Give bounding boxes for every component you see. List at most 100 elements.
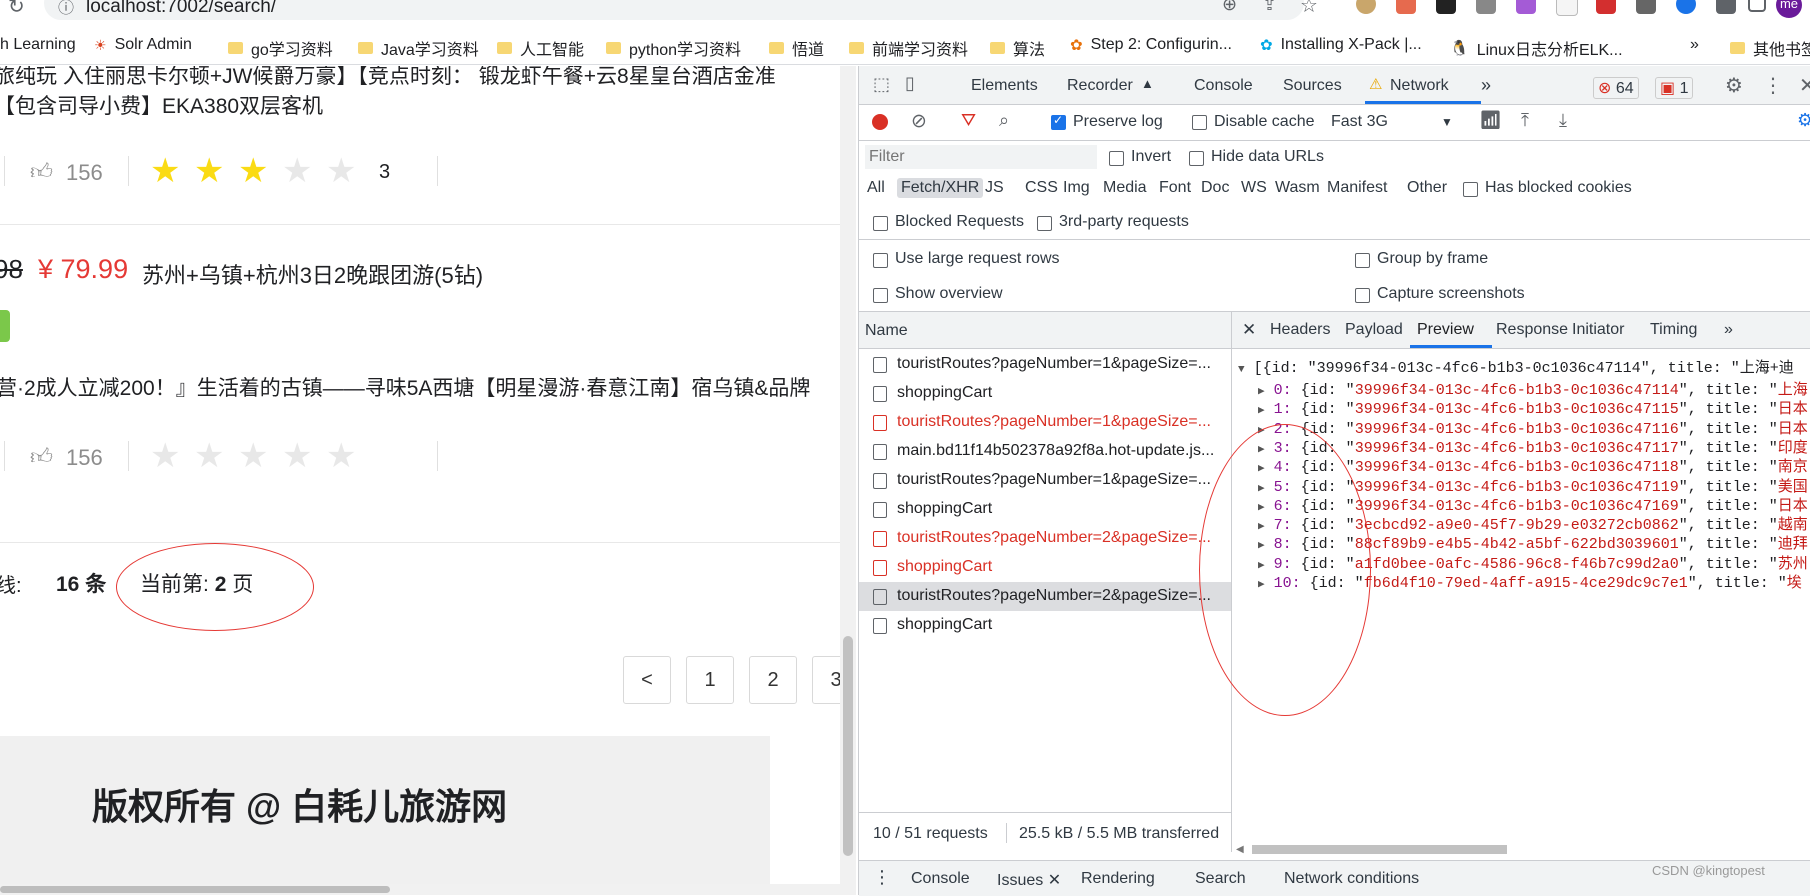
expand-triangle-icon[interactable]: ▶ [1258, 386, 1265, 398]
type-filter-fetchxhr[interactable]: Fetch/XHR [897, 178, 984, 198]
tab-console[interactable]: Console [1194, 77, 1253, 95]
expand-triangle-icon[interactable]: ▶ [1258, 405, 1265, 417]
avatar[interactable]: me [1776, 0, 1802, 18]
export-har-icon[interactable]: ⤓ [1559, 110, 1567, 131]
close-devtools-icon[interactable]: ✕ [1799, 73, 1810, 98]
drawer-tab-search[interactable]: Search [1195, 870, 1246, 888]
drawer-tab-console[interactable]: Console [911, 870, 970, 888]
request-row[interactable]: touristRoutes?pageNumber=1&pageSize=... [859, 350, 1231, 379]
detail-tab-preview[interactable]: Preview [1417, 321, 1474, 339]
share-icon[interactable]: ⇪ [1262, 0, 1277, 15]
request-row[interactable]: shoppingCart [859, 611, 1231, 640]
settings-gear-icon[interactable]: ⚙ [1725, 73, 1743, 98]
request-row[interactable]: shoppingCart [859, 379, 1231, 408]
detail-tab-response[interactable]: Response [1496, 321, 1568, 339]
star-icon[interactable]: ★ [150, 439, 180, 473]
type-filter-img[interactable]: Img [1063, 179, 1090, 197]
json-item[interactable]: ▶ 0: {id: "39996f34-013c-4fc6-b1b3-0c103… [1258, 378, 1808, 399]
info-icon[interactable]: ⓘ [58, 0, 74, 18]
type-filter-wasm[interactable]: Wasm [1275, 179, 1320, 197]
drawer-tab-network-conditions[interactable]: Network conditions [1284, 870, 1419, 888]
pagination-page[interactable]: 3 [812, 656, 840, 704]
extension-icon[interactable] [1476, 0, 1496, 14]
invert-checkbox[interactable] [1109, 151, 1124, 166]
request-row[interactable]: touristRoutes?pageNumber=1&pageSize=... [859, 408, 1231, 437]
pagination-prev[interactable]: < [623, 656, 671, 704]
type-filter-js[interactable]: JS [985, 179, 1004, 197]
star-icon[interactable]: ★ [282, 439, 312, 473]
capture-screenshots-checkbox[interactable] [1355, 288, 1370, 303]
bookmark-item[interactable]: h Learning [0, 36, 76, 54]
preserve-log-checkbox[interactable] [1051, 113, 1066, 130]
drawer-menu-icon[interactable]: ⋮ [873, 867, 891, 888]
tab-elements[interactable]: Elements [971, 77, 1038, 95]
extension-icon[interactable] [1516, 0, 1536, 14]
star-icon[interactable]: ★ [238, 439, 268, 473]
star-icon[interactable]: ★ [326, 439, 356, 473]
request-row[interactable]: shoppingCart [859, 553, 1231, 582]
like-icon[interactable]: 👍︎ [30, 158, 53, 185]
bookmarks-overflow[interactable]: » [1690, 36, 1699, 54]
extension-icon[interactable] [1436, 0, 1456, 14]
clear-icon[interactable]: ⊘ [911, 110, 927, 133]
zoom-icon[interactable]: ⊕ [1222, 0, 1237, 15]
close-icon[interactable]: ✕ [1048, 872, 1061, 889]
more-tabs[interactable]: » [1481, 75, 1491, 96]
extension-icon[interactable] [1556, 0, 1578, 16]
type-filter-css[interactable]: CSS [1025, 179, 1058, 197]
star-icon[interactable]: ★ [194, 439, 224, 473]
json-item[interactable]: ▶ 2: {id: "39996f34-013c-4fc6-b1b3-0c103… [1258, 417, 1808, 438]
type-filter-ws[interactable]: WS [1241, 179, 1267, 197]
detail-tab-payload[interactable]: Payload [1345, 321, 1403, 339]
json-item[interactable]: ▶ 3: {id: "39996f34-013c-4fc6-b1b3-0c103… [1258, 436, 1808, 457]
blocked-requests-checkbox[interactable] [873, 216, 888, 231]
star-icon[interactable]: ★ [282, 154, 312, 188]
extension-icon[interactable] [1636, 0, 1656, 14]
detail-tab-initiator[interactable]: Initiator [1572, 321, 1624, 339]
request-row[interactable]: touristRoutes?pageNumber=2&pageSize=... [859, 524, 1231, 553]
horizontal-scrollbar[interactable] [0, 884, 840, 895]
hide-data-urls-checkbox[interactable] [1189, 151, 1204, 166]
detail-tab-[interactable]: » [1724, 321, 1733, 339]
drawer-tab-rendering[interactable]: Rendering [1081, 870, 1155, 888]
detail-tab-timing[interactable]: Timing [1650, 321, 1697, 339]
request-row[interactable]: shoppingCart [859, 495, 1231, 524]
url-text[interactable]: localhost:7002/search/ [86, 0, 276, 18]
pagination-page[interactable]: 1 [686, 656, 734, 704]
type-filter-doc[interactable]: Doc [1201, 179, 1229, 197]
extension-icon[interactable] [1356, 0, 1376, 14]
extension-icon[interactable] [1596, 0, 1616, 14]
rating-stars[interactable]: ★ ★ ★ ★ ★ [150, 439, 370, 475]
extension-icon[interactable] [1676, 0, 1696, 14]
third-party-checkbox[interactable] [1037, 216, 1052, 231]
drawer-tab-issues[interactable]: Issues ✕ [997, 870, 1061, 890]
request-row[interactable]: touristRoutes?pageNumber=1&pageSize=... [859, 466, 1231, 495]
bookmark-item[interactable]: go学习资料 [228, 36, 333, 60]
throttle-select[interactable]: Fast 3G ▼ [1331, 113, 1453, 131]
close-detail-icon[interactable]: ✕ [1242, 320, 1256, 340]
bookmark-star-icon[interactable]: ☆ [1300, 0, 1318, 18]
bookmark-item[interactable]: 算法 [990, 36, 1045, 60]
has-blocked-cookies-checkbox[interactable] [1463, 182, 1478, 197]
product-title-line[interactable]: 【包含司导小费】EKA380双层客机 [0, 90, 323, 120]
type-filter-manifest[interactable]: Manifest [1327, 179, 1387, 197]
import-har-icon[interactable]: ⤒ [1521, 110, 1529, 131]
group-by-frame-checkbox[interactable] [1355, 253, 1370, 268]
tab-network[interactable]: Network [1390, 77, 1449, 95]
star-icon[interactable]: ★ [150, 154, 180, 188]
network-settings-icon[interactable]: ⚙ [1797, 110, 1810, 131]
disable-cache-checkbox[interactable] [1192, 115, 1207, 130]
star-icon[interactable]: ★ [326, 154, 356, 188]
bookmark-item[interactable]: ✿ Installing X-Pack |... [1260, 36, 1422, 54]
bookmark-item[interactable]: Java学习资料 [358, 36, 479, 60]
name-column-header[interactable]: Name [859, 312, 1231, 349]
detail-hscrollbar[interactable]: ◀ [1232, 842, 1810, 856]
type-filter-all[interactable]: All [867, 179, 885, 197]
reload-icon[interactable]: ↻ [8, 0, 25, 19]
request-row[interactable]: touristRoutes?pageNumber=2&pageSize=... [859, 582, 1231, 611]
extension-icon[interactable] [1396, 0, 1416, 14]
json-root[interactable]: ▼ [{id: "39996f34-013c-4fc6-b1b3-0c1036c… [1238, 356, 1794, 377]
inspect-icon[interactable]: ⬚ [873, 74, 890, 95]
bookmark-item[interactable]: 人工智能 [497, 36, 584, 60]
star-icon[interactable]: ★ [194, 154, 224, 188]
